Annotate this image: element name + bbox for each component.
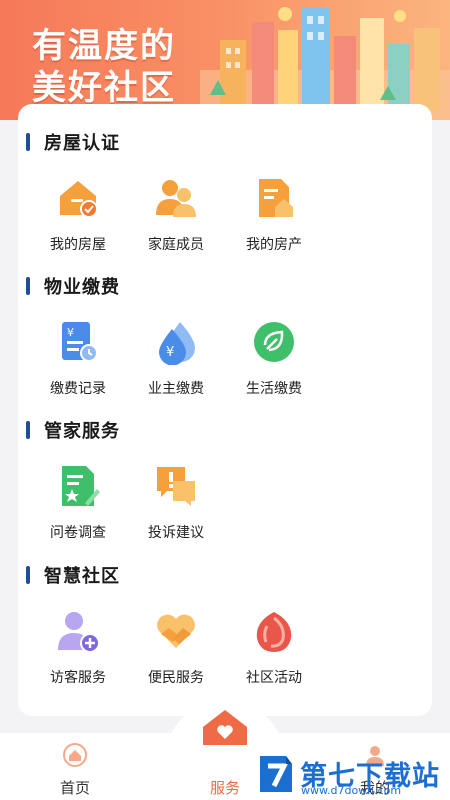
menu-label: 便民服务: [148, 670, 204, 686]
svg-text:¥: ¥: [67, 326, 74, 339]
service-card: 房屋认证 我的房屋 家庭成员 我的房产 物业缴费 ¥ 缴费记录 ¥ 业主缴费 生…: [18, 104, 432, 716]
menu-life-payment[interactable]: 生活缴费: [225, 319, 323, 399]
menu-visitor-service[interactable]: 访客服务: [29, 608, 127, 688]
section-grid: 我的房屋 家庭成员 我的房产: [18, 175, 432, 255]
menu-label: 家庭成员: [148, 237, 204, 253]
complaint-chat-icon: [157, 467, 195, 506]
section-title-bar: [26, 566, 30, 584]
section-grid: ¥ 缴费记录 ¥ 业主缴费 生活缴费: [18, 319, 432, 399]
banner: 有温度的 美好社区: [0, 0, 450, 120]
property-document-icon: [259, 179, 293, 217]
house-check-icon: [60, 181, 98, 218]
owner-payment-drop-icon: ¥: [159, 322, 195, 366]
family-members-icon: [156, 180, 196, 217]
visitor-add-icon: [58, 612, 100, 653]
section-title-bar: [26, 133, 30, 151]
payment-record-icon: ¥: [62, 322, 98, 362]
section-title: 智慧社区: [26, 564, 120, 587]
community-activity-icon: [256, 612, 292, 652]
section-title-bar: [26, 277, 30, 295]
section-title-text: 房屋认证: [44, 133, 120, 154]
menu-label: 我的房产: [246, 237, 302, 253]
section-title: 管家服务: [26, 419, 120, 442]
section-title: 房屋认证: [26, 131, 120, 154]
tab-home[interactable]: 首页: [20, 733, 130, 800]
city-illustration: [200, 7, 450, 120]
menu-label: 访客服务: [50, 670, 106, 686]
menu-owner-payment[interactable]: ¥ 业主缴费: [127, 319, 225, 399]
section-grid: 问卷调查 投诉建议: [18, 463, 432, 543]
survey-icon: [62, 466, 100, 506]
menu-label: 投诉建议: [148, 525, 204, 541]
banner-title-line2: 美好社区: [32, 68, 176, 108]
menu-my-property[interactable]: 我的房产: [225, 175, 323, 255]
section-title-bar: [26, 421, 30, 439]
section-title-text: 管家服务: [44, 421, 120, 442]
section-title-text: 物业缴费: [44, 277, 120, 298]
menu-convenience-service[interactable]: 便民服务: [127, 608, 225, 688]
convenience-heart-icon: [157, 614, 195, 648]
menu-label: 我的房屋: [50, 237, 106, 253]
life-payment-leaf-icon: [254, 322, 294, 362]
menu-community-activity[interactable]: 社区活动: [225, 608, 323, 688]
menu-label: 缴费记录: [50, 381, 106, 397]
menu-label: 业主缴费: [148, 381, 204, 397]
menu-label: 生活缴费: [246, 381, 302, 397]
menu-payment-record[interactable]: ¥ 缴费记录: [29, 319, 127, 399]
home-icon: [63, 743, 87, 767]
section-title: 物业缴费: [26, 275, 120, 298]
menu-my-house[interactable]: 我的房屋: [29, 175, 127, 255]
menu-family-members[interactable]: 家庭成员: [127, 175, 225, 255]
menu-label: 社区活动: [246, 670, 302, 686]
watermark: 第七下载站 www.d7down.com: [256, 748, 450, 800]
watermark-logo-icon: [260, 756, 292, 792]
section-title-text: 智慧社区: [44, 566, 120, 587]
menu-complaint[interactable]: 投诉建议: [127, 463, 225, 543]
svg-text:¥: ¥: [166, 345, 174, 360]
menu-label: 问卷调查: [50, 525, 106, 541]
watermark-url: www.d7down.com: [301, 784, 402, 797]
menu-survey[interactable]: 问卷调查: [29, 463, 127, 543]
tab-home-label: 首页: [59, 779, 90, 797]
service-house-icon: [203, 710, 247, 745]
section-grid: 访客服务 便民服务 社区活动: [18, 608, 432, 688]
